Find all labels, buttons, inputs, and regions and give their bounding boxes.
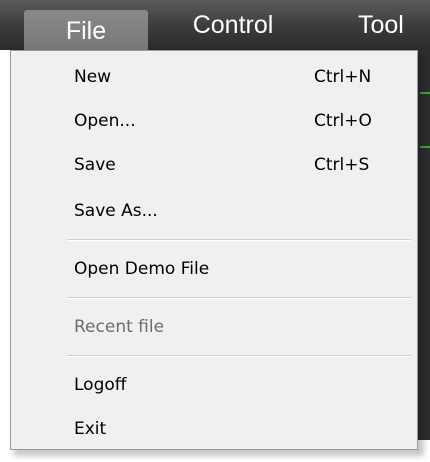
menu-item-exit[interactable]: Exit xyxy=(11,409,417,449)
menu-item-logoff[interactable]: Logoff xyxy=(11,365,417,405)
file-dropdown-menu: New Ctrl+N Open... Ctrl+O Save Ctrl+S Sa… xyxy=(10,50,418,450)
menu-item-save-as[interactable]: Save As... xyxy=(11,191,417,231)
menu-separator xyxy=(67,355,411,357)
menu-item-save[interactable]: Save Ctrl+S xyxy=(11,145,417,185)
menu-item-label: New xyxy=(74,67,112,87)
menu-control[interactable]: Control xyxy=(178,0,288,50)
menu-item-label: Open... xyxy=(74,111,136,131)
menu-item-open-demo-file[interactable]: Open Demo File xyxy=(11,249,417,289)
menu-item-new[interactable]: New Ctrl+N xyxy=(11,57,417,97)
menu-item-open[interactable]: Open... Ctrl+O xyxy=(11,101,417,141)
menu-separator xyxy=(67,297,411,299)
menu-item-label: Open Demo File xyxy=(74,259,210,279)
menu-item-label: Logoff xyxy=(74,375,127,395)
menu-item-shortcut: Ctrl+S xyxy=(314,155,370,175)
menu-bar: File Control Tool xyxy=(0,0,430,50)
menu-item-recent-file: Recent file xyxy=(11,307,417,347)
menu-item-label: Exit xyxy=(74,419,107,439)
menu-item-shortcut: Ctrl+N xyxy=(314,67,372,87)
menu-file[interactable]: File xyxy=(24,10,148,50)
menu-item-shortcut: Ctrl+O xyxy=(314,111,372,131)
menu-item-label: Recent file xyxy=(74,317,165,337)
menu-separator xyxy=(67,239,411,241)
menu-item-label: Save xyxy=(74,155,116,175)
menu-tool[interactable]: Tool xyxy=(358,0,430,50)
menu-item-label: Save As... xyxy=(74,201,158,221)
